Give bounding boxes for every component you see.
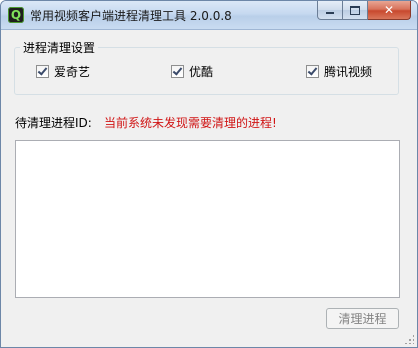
window-controls: ✕ (317, 1, 411, 21)
checkbox-label-tencent-video: 腾讯视频 (324, 65, 373, 79)
window-title: 常用视频客户端进程清理工具 2.0.0.8 (30, 9, 232, 23)
process-status-text: 当前系统未发现需要清理的进程! (104, 116, 277, 130)
checkbox-iqiyi[interactable]: 爱奇艺 (36, 63, 90, 80)
app-window: Q 常用视频客户端进程清理工具 2.0.0.8 ✕ 进程清理设置 爱奇艺 优酷 … (0, 0, 418, 348)
minimize-button[interactable] (317, 1, 343, 20)
minimize-icon (326, 11, 334, 14)
checkbox-checked-icon[interactable] (171, 65, 184, 78)
clean-process-button[interactable]: 清理进程 (326, 308, 399, 329)
resize-grip-icon[interactable] (404, 334, 414, 344)
checkbox-label-iqiyi: 爱奇艺 (54, 65, 91, 79)
app-icon: Q (8, 7, 24, 23)
process-list[interactable] (15, 140, 400, 298)
close-icon: ✕ (383, 3, 395, 17)
checkbox-label-youku: 优酷 (189, 65, 214, 79)
maximize-icon (350, 5, 360, 15)
title-bar[interactable]: Q 常用视频客户端进程清理工具 2.0.0.8 ✕ (1, 1, 417, 30)
checkbox-checked-icon[interactable] (306, 65, 319, 78)
settings-group-title: 进程清理设置 (20, 39, 99, 56)
process-id-label: 待清理进程ID: (15, 116, 92, 130)
checkbox-checked-icon[interactable] (36, 65, 49, 78)
checkbox-youku[interactable]: 优酷 (171, 63, 213, 80)
checkbox-tencent-video[interactable]: 腾讯视频 (306, 63, 372, 80)
maximize-button[interactable] (343, 1, 368, 20)
close-button[interactable]: ✕ (368, 1, 411, 20)
